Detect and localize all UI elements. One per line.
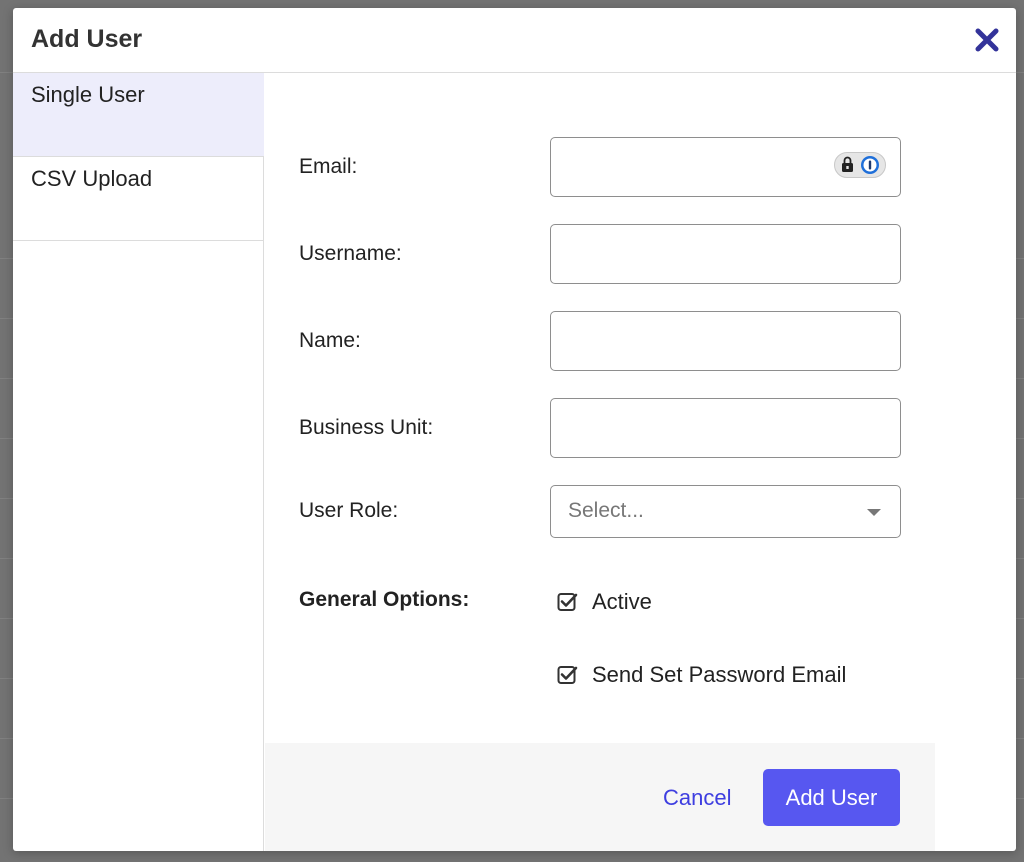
modal-footer: Cancel Add User	[265, 743, 935, 851]
active-label: Active	[592, 589, 652, 614]
form-content: Email: Username: Name: Business Unit: Us…	[265, 73, 1016, 851]
cancel-button[interactable]: Cancel	[663, 785, 731, 811]
add-user-button[interactable]: Add User	[763, 769, 900, 826]
close-button[interactable]	[974, 27, 1000, 53]
password-manager-button[interactable]	[834, 152, 886, 178]
modal-header: Add User	[13, 8, 1016, 73]
sidebar-item-label: CSV Upload	[31, 166, 153, 191]
checkbox-checked-icon	[557, 593, 578, 611]
sidebar-item-csv-upload[interactable]: CSV Upload	[13, 157, 264, 241]
chevron-down-icon	[867, 509, 881, 516]
add-user-modal: Add User Single User CSV Upload Email: U…	[13, 8, 1016, 851]
password-manager-icon	[842, 156, 879, 174]
checkbox-checked-icon	[557, 666, 578, 684]
name-input[interactable]	[550, 311, 901, 371]
username-label: Username:	[299, 242, 402, 265]
sidebar: Single User CSV Upload	[13, 73, 264, 851]
send-set-password-email-label: Send Set Password Email	[592, 662, 847, 687]
close-icon	[975, 28, 999, 52]
email-label: Email:	[299, 155, 358, 178]
username-input[interactable]	[550, 224, 901, 284]
user-role-select[interactable]: Select...	[550, 485, 901, 538]
user-role-placeholder: Select...	[568, 499, 644, 522]
business-unit-input[interactable]	[550, 398, 901, 458]
sidebar-item-single-user[interactable]: Single User	[13, 73, 264, 157]
general-options-label: General Options:	[299, 588, 470, 611]
modal-title: Add User	[31, 25, 143, 53]
sidebar-item-label: Single User	[31, 82, 145, 107]
name-label: Name:	[299, 329, 361, 352]
user-role-label: User Role:	[299, 499, 399, 522]
business-unit-label: Business Unit:	[299, 416, 434, 439]
